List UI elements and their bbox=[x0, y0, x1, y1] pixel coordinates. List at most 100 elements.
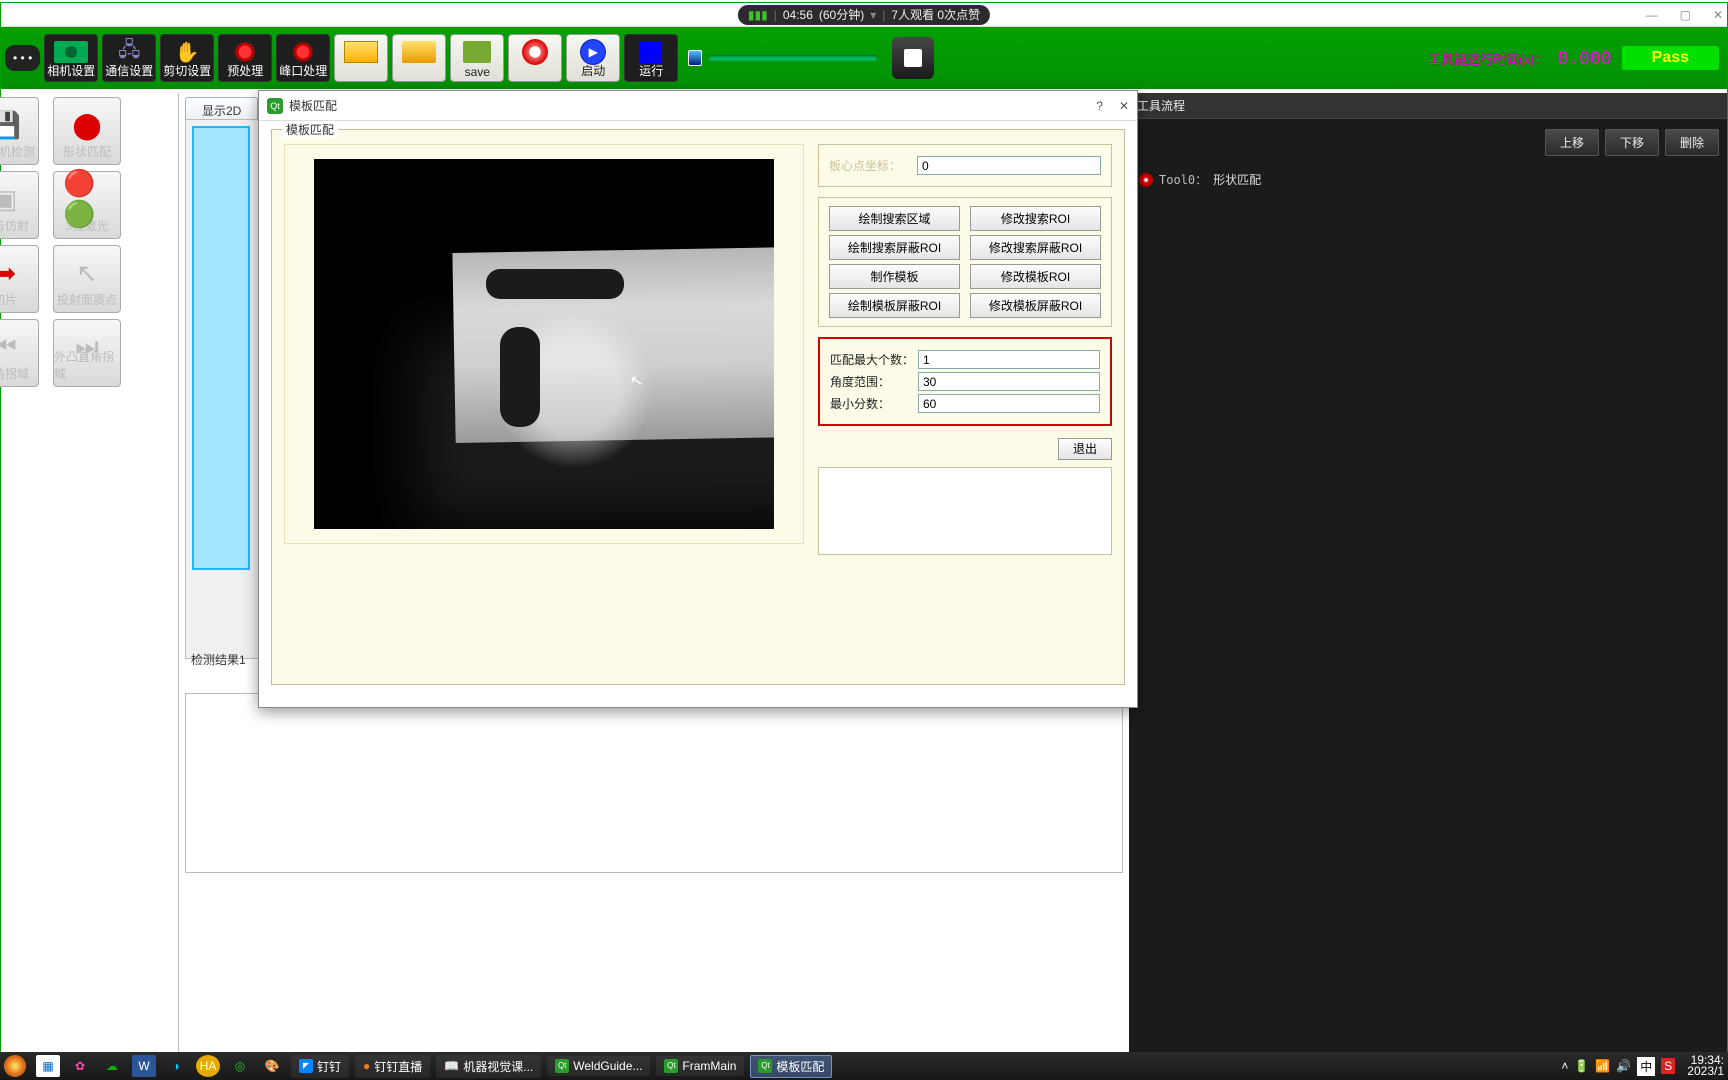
camera-settings-button[interactable]: 相机设置 bbox=[44, 34, 98, 82]
app-icon-1[interactable]: ✿ bbox=[68, 1055, 92, 1077]
template-match-dialog: Qt 模板匹配 ? ✕ 模板匹配 ↖ bbox=[258, 90, 1138, 708]
app-icon-4[interactable]: HA bbox=[196, 1055, 220, 1077]
network-icon: 🖧 bbox=[109, 39, 149, 65]
save-button[interactable]: save bbox=[450, 34, 504, 82]
palette-line-laser[interactable]: 🔴🟢3线激光 bbox=[53, 171, 121, 239]
windows-taskbar[interactable]: ▦ ✿ ☁ W ◑ HA ◎ 🎨 ◤钉钉 ●钉钉直播 📖机器视觉课... QtW… bbox=[0, 1052, 1728, 1080]
word-icon[interactable]: W bbox=[132, 1055, 156, 1077]
window-close-icon[interactable]: ✕ bbox=[1713, 8, 1723, 22]
palette-camera-detect[interactable]: 💾图相机检测 bbox=[0, 97, 39, 165]
angle-range-input[interactable] bbox=[918, 372, 1100, 391]
play-icon: ▶ bbox=[573, 39, 613, 65]
min-score-label: 最小分数： bbox=[830, 395, 918, 412]
stop-button[interactable] bbox=[892, 37, 934, 79]
draw-template-mask-roi-button[interactable]: 绘制模板屏蔽ROI bbox=[829, 293, 960, 318]
tool-id: Tool0： bbox=[1159, 171, 1207, 188]
tool-palette: 💾图相机检测 ⬤形状匹配 ▣化与仿射 🔴🟢3线激光 ➡切片 ↖投射面质点 ⏮直角… bbox=[1, 93, 179, 1055]
tray-chevron-icon[interactable]: ˄ bbox=[1561, 1059, 1568, 1073]
explorer-icon[interactable]: ▦ bbox=[36, 1055, 60, 1077]
max-count-input[interactable] bbox=[918, 350, 1100, 369]
cursor-icon: ↖ bbox=[63, 252, 111, 294]
camera-preview[interactable]: ↖ bbox=[314, 159, 774, 529]
palette-centroid[interactable]: ↖投射面质点 bbox=[53, 245, 121, 313]
runtime-label: 工具链运行时间(s)： bbox=[1428, 49, 1547, 68]
tray-ime-badge[interactable]: 中 bbox=[1637, 1057, 1655, 1076]
modify-search-roi-button[interactable]: 修改搜索ROI bbox=[970, 206, 1101, 231]
log-box bbox=[818, 467, 1112, 555]
circle-record-icon bbox=[515, 39, 555, 65]
start-button[interactable] bbox=[4, 1055, 26, 1077]
pass-badge: Pass bbox=[1622, 46, 1719, 70]
fieldset-legend: 模板匹配 bbox=[282, 121, 338, 138]
window-minimize-icon[interactable]: — bbox=[1646, 8, 1658, 22]
more-button[interactable]: • • • bbox=[5, 45, 40, 71]
signal-icon: ▮▮▮ bbox=[748, 8, 768, 22]
tray-wifi-icon[interactable]: 📶 bbox=[1595, 1059, 1610, 1073]
coord-input[interactable] bbox=[917, 156, 1101, 175]
tool-item-0[interactable]: Tool0： 形状匹配 bbox=[1129, 166, 1727, 193]
start-button[interactable]: ▶启动 bbox=[566, 34, 620, 82]
palette-shape-match[interactable]: ⬤形状匹配 bbox=[53, 97, 121, 165]
move-down-button[interactable]: 下移 bbox=[1605, 129, 1659, 156]
tray-sogou-icon[interactable]: S bbox=[1661, 1058, 1675, 1074]
create-template-button[interactable]: 制作模板 bbox=[829, 264, 960, 289]
open-folder-button[interactable] bbox=[392, 34, 446, 82]
help-icon[interactable]: ? bbox=[1096, 99, 1103, 113]
task-dingtalk-live[interactable]: ●钉钉直播 bbox=[355, 1055, 430, 1078]
results-label: 检测结果1 bbox=[191, 651, 246, 668]
camera-icon bbox=[54, 41, 88, 63]
hand-icon: ✋ bbox=[167, 39, 207, 65]
stream-duration: (60分钟) bbox=[819, 6, 864, 23]
task-mv-class[interactable]: 📖机器视觉课... bbox=[436, 1055, 541, 1078]
coord-label: 板心点坐标： bbox=[829, 157, 917, 174]
cube-icon: ▣ bbox=[0, 178, 29, 220]
modify-template-mask-roi-button[interactable]: 修改模板屏蔽ROI bbox=[970, 293, 1101, 318]
tool-name: 形状匹配 bbox=[1213, 171, 1261, 188]
app-icon-3[interactable]: ◑ bbox=[164, 1055, 188, 1077]
palette-affine[interactable]: ▣化与仿射 bbox=[0, 171, 39, 239]
palette-slice[interactable]: ➡切片 bbox=[0, 245, 39, 313]
crop-settings-button[interactable]: ✋剪切设置 bbox=[160, 34, 214, 82]
mail-icon bbox=[341, 39, 381, 65]
comm-settings-button[interactable]: 🖧通信设置 bbox=[102, 34, 156, 82]
tray-battery-icon[interactable]: 🔋 bbox=[1574, 1059, 1589, 1073]
move-up-button[interactable]: 上移 bbox=[1545, 129, 1599, 156]
paint-icon[interactable]: 🎨 bbox=[260, 1055, 284, 1077]
window-maximize-icon[interactable]: ▢ bbox=[1680, 8, 1691, 22]
slider-thumb[interactable] bbox=[688, 50, 702, 66]
task-frammain[interactable]: QtFramMain bbox=[656, 1056, 744, 1076]
delete-button[interactable]: 删除 bbox=[1665, 129, 1719, 156]
sphere-icon: 🔴🟢 bbox=[63, 178, 111, 220]
task-dingtalk[interactable]: ◤钉钉 bbox=[291, 1055, 349, 1078]
skip-back-icon: ⏮ bbox=[0, 326, 29, 368]
dialog-title-bar[interactable]: Qt 模板匹配 ? ✕ bbox=[259, 91, 1137, 121]
tray-volume-icon[interactable]: 🔊 bbox=[1616, 1059, 1631, 1073]
min-score-input[interactable] bbox=[918, 394, 1100, 413]
palette-corner-b[interactable]: ⏭外凸直角拐域 bbox=[53, 319, 121, 387]
exit-button[interactable]: 退出 bbox=[1058, 438, 1112, 460]
modify-search-mask-roi-button[interactable]: 修改搜索屏蔽ROI bbox=[970, 235, 1101, 260]
draw-search-region-button[interactable]: 绘制搜索区域 bbox=[829, 206, 960, 231]
max-count-label: 匹配最大个数： bbox=[830, 351, 918, 368]
task-template-match[interactable]: Qt模板匹配 bbox=[750, 1055, 832, 1078]
angle-range-label: 角度范围： bbox=[830, 373, 918, 390]
draw-search-mask-roi-button[interactable]: 绘制搜索屏蔽ROI bbox=[829, 235, 960, 260]
browser-icon[interactable]: ◎ bbox=[228, 1055, 252, 1077]
task-weldguide[interactable]: QtWeldGuide... bbox=[547, 1056, 650, 1076]
close-icon[interactable]: ✕ bbox=[1119, 99, 1129, 113]
match-params-group: 匹配最大个数： 角度范围： 最小分数： bbox=[818, 337, 1112, 426]
mail-button[interactable] bbox=[334, 34, 388, 82]
dialog-title: 模板匹配 bbox=[289, 97, 337, 114]
preprocess-button[interactable]: 预处理 bbox=[218, 34, 272, 82]
peak-process-button[interactable]: 峰口处理 bbox=[276, 34, 330, 82]
tray-clock[interactable]: 19:34: 2023/1 bbox=[1687, 1055, 1724, 1077]
tool-flow-panel: 工具流程 上移 下移 删除 Tool0： 形状匹配 bbox=[1129, 93, 1727, 1055]
arrow-right-icon: ➡ bbox=[0, 252, 29, 294]
slider-track[interactable] bbox=[708, 55, 878, 61]
system-tray[interactable]: ˄ 🔋 📶 🔊 中 S 19:34: 2023/1 bbox=[1561, 1055, 1724, 1077]
palette-corner-a[interactable]: ⏮直角拐域 bbox=[0, 319, 39, 387]
modify-template-roi-button[interactable]: 修改模板ROI bbox=[970, 264, 1101, 289]
run-button[interactable]: 运行 bbox=[624, 34, 678, 82]
wechat-icon[interactable]: ☁ bbox=[100, 1055, 124, 1077]
record-button[interactable] bbox=[508, 34, 562, 82]
